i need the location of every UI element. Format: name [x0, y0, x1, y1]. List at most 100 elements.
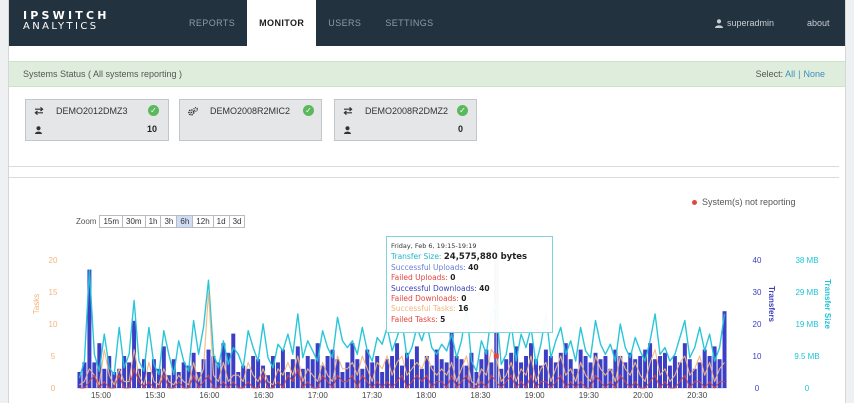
transfer-bar: [682, 343, 687, 388]
transfers-tick-label: 0: [755, 384, 760, 393]
main-nav: REPORTS MONITOR USERS SETTINGS: [177, 0, 446, 46]
tooltip-value: 5: [440, 314, 446, 324]
time-tick-label: 15:30: [145, 391, 166, 400]
tooltip-value: 0: [450, 273, 456, 283]
transfer-bar: [246, 368, 251, 388]
transfer-bar: [419, 368, 424, 388]
time-tick-label: 19:00: [525, 391, 546, 400]
logo[interactable]: IPSWITCH ANALYTICS: [23, 10, 110, 32]
transfers-tick-label: 30: [753, 288, 762, 297]
tasks-tick-label: 10: [49, 320, 58, 329]
tasks-tick-label: 20: [49, 256, 58, 265]
transfers-tick-label: 40: [753, 256, 762, 265]
systems-status-bar: Systems Status ( All systems reporting )…: [9, 61, 845, 87]
status-ok-icon: ✓: [148, 105, 159, 116]
chart-tooltip: Friday, Feb 6, 19:15-19:19 Transfer Size…: [386, 236, 553, 333]
system-user-count: 10: [147, 124, 158, 134]
tooltip-failed-tasks: Failed Tasks: 5: [391, 315, 548, 325]
tooltip-failed-downloads: Failed Downloads: 0: [391, 294, 548, 304]
system-card[interactable]: DEMO2008R2DMZ2 ✓ 0: [334, 99, 477, 141]
tooltip-label: Failed Downloads:: [391, 294, 459, 304]
system-card[interactable]: DEMO2008R2MIC2 ✓: [179, 99, 322, 141]
tooltip-failed-uploads: Failed Uploads: 0: [391, 273, 548, 283]
size-tick-label: 9.5 MB: [794, 352, 819, 361]
tooltip-successful-uploads: Successful Uploads: 40: [391, 263, 548, 273]
tasks-tick-label: 5: [51, 352, 56, 361]
transfer-bar: [206, 349, 211, 388]
transfer-arrows-icon: [343, 107, 353, 115]
tooltip-successful-downloads: Successful Downloads: 40: [391, 284, 548, 294]
system-name: DEMO2008R2MIC2: [210, 106, 291, 116]
tooltip-label: Failed Uploads:: [391, 273, 448, 283]
tooltip-value: 16: [458, 304, 469, 314]
transfer-bar: [295, 346, 300, 388]
user-icon: [344, 126, 351, 134]
system-card-header: DEMO2012DMZ3: [34, 106, 128, 116]
username: superadmin: [727, 18, 775, 28]
user-menu[interactable]: superadmin: [715, 18, 774, 28]
transfers-axis-label: Transfers: [767, 286, 776, 323]
system-card-header: DEMO2008R2DMZ2: [343, 106, 448, 116]
select-label: Select:: [755, 69, 784, 79]
tooltip-label: Successful Uploads:: [391, 262, 466, 272]
size-tick-label: 19 MB: [795, 320, 818, 329]
system-card[interactable]: DEMO2012DMZ3 ✓ 10: [25, 99, 169, 141]
about-link[interactable]: about: [807, 18, 830, 28]
systems-panel: DEMO2012DMZ3 ✓ 10 DEMO2008R2MIC2 ✓ DEMO2…: [9, 87, 839, 167]
tooltip-label: Transfer Size:: [391, 252, 442, 262]
transfer-bar: [653, 359, 658, 388]
nav-monitor[interactable]: MONITOR: [247, 0, 317, 46]
transfer-bar: [692, 368, 697, 388]
tasks-tick-label: 0: [51, 384, 56, 393]
transfer-bar: [414, 346, 419, 388]
select-separator: |: [798, 69, 801, 79]
select-none-link[interactable]: None: [803, 69, 825, 79]
system-name: DEMO2012DMZ3: [56, 106, 128, 116]
nav-settings[interactable]: SETTINGS: [373, 0, 445, 46]
transfer-bar: [548, 356, 553, 388]
monitor-chart-panel: System(s) not reporting Zoom 15m 30m 1h …: [9, 177, 839, 403]
transfer-arrows-icon: [34, 107, 44, 115]
system-user-count: 0: [458, 124, 464, 134]
transfer-bar: [231, 333, 236, 388]
transfer-bar: [161, 346, 166, 388]
tooltip-label: Successful Tasks:: [391, 304, 456, 314]
transfer-bar: [280, 349, 285, 388]
hover-task-marker: [493, 353, 499, 359]
status-ok-icon: ✓: [303, 105, 314, 116]
transfer-bar: [146, 372, 151, 388]
tooltip-successful-tasks: Successful Tasks: 16: [391, 304, 548, 314]
time-tick-label: 20:00: [633, 391, 654, 400]
size-tick-label: 29 MB: [795, 288, 818, 297]
size-tick-label: 38 MB: [795, 256, 818, 265]
time-tick-label: 17:30: [362, 391, 383, 400]
transfer-bar: [509, 352, 514, 388]
size-tick-label: 0: [805, 384, 810, 393]
time-tick-label: 16:00: [199, 391, 220, 400]
tooltip-value: 24,575,880 bytes: [443, 252, 528, 263]
transfers-tick-label: 10: [753, 352, 762, 361]
transfer-bar: [102, 368, 107, 388]
system-name: DEMO2008R2DMZ2: [365, 106, 449, 116]
time-tick-label: 20:30: [687, 391, 708, 400]
status-ok-icon: ✓: [457, 105, 468, 116]
tooltip-label: Successful Downloads:: [391, 283, 477, 293]
tasks-tick-label: 15: [49, 288, 58, 297]
nav-users[interactable]: USERS: [316, 0, 373, 46]
tooltip-value: 40: [479, 283, 490, 293]
logo-line2: ANALYTICS: [23, 21, 99, 32]
time-tick-label: 18:00: [416, 391, 437, 400]
tooltip-label: Failed Tasks:: [391, 314, 438, 324]
transfer-bar: [176, 372, 181, 388]
system-card-header: DEMO2008R2MIC2: [188, 106, 290, 116]
nav-reports[interactable]: REPORTS: [177, 0, 247, 46]
top-navigation-bar: IPSWITCH ANALYTICS REPORTS MONITOR USERS…: [9, 0, 845, 46]
user-icon: [715, 18, 723, 28]
size-axis-label: Transfer Size: [823, 279, 832, 329]
select-all-link[interactable]: All: [785, 69, 795, 79]
tooltip-transfer-size: Transfer Size: 24,575,880 bytes: [391, 252, 548, 262]
gears-icon: [188, 106, 198, 116]
tooltip-date: Friday, Feb 6, 19:15-19:19: [391, 242, 477, 250]
app-window: IPSWITCH ANALYTICS REPORTS MONITOR USERS…: [8, 0, 846, 403]
tooltip-value: 0: [461, 294, 467, 304]
